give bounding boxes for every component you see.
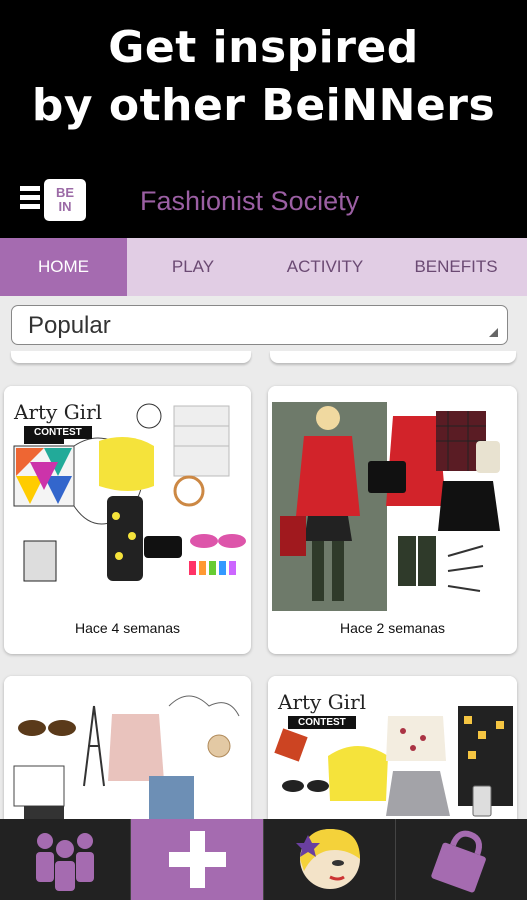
nav-create[interactable] <box>131 819 264 900</box>
people-icon <box>36 833 94 891</box>
previous-card-bottom <box>11 351 251 363</box>
card-timestamp: Hace 4 semanas <box>74 620 181 636</box>
outfit-card[interactable] <box>4 676 251 819</box>
app-bar: BE IN Fashionist Society <box>0 168 527 238</box>
menu-icon[interactable] <box>20 186 40 216</box>
contest-badge: CONTEST <box>288 716 356 729</box>
nav-profile[interactable] <box>264 819 396 900</box>
nav-community[interactable] <box>0 819 131 900</box>
contest-badge: CONTEST <box>24 426 92 439</box>
tab-play[interactable]: PLAY <box>127 238 259 296</box>
outfit-card[interactable]: Arty Girl CONTEST <box>268 676 517 819</box>
contest-title: Arty Girl <box>14 400 103 424</box>
tab-benefits[interactable]: BENEFITS <box>385 238 527 296</box>
tab-activity[interactable]: ACTIVITY <box>259 238 391 296</box>
outfit-card[interactable]: Hace 2 semanas <box>268 386 517 654</box>
shopping-bag-icon <box>431 830 486 893</box>
previous-card-bottom <box>270 351 516 363</box>
outfit-card[interactable]: Arty Girl CONTEST Hace 4 semanas <box>4 386 251 654</box>
promo-line-1: Get inspired <box>108 22 419 73</box>
filter-select-value: Popular <box>28 312 111 339</box>
promo-line-2: by other BeiNNers <box>31 80 496 131</box>
bottom-nav <box>0 819 527 900</box>
tab-bar: HOME PLAY ACTIVITY BENEFITS <box>0 238 527 296</box>
outfit-collage-image <box>268 386 517 611</box>
plus-icon <box>169 831 226 888</box>
bein-logo: BE IN <box>44 179 86 221</box>
card-timestamp: Hace 2 semanas <box>339 620 446 636</box>
tab-home[interactable]: HOME <box>0 238 127 296</box>
page-title: Fashionist Society <box>140 186 360 216</box>
avatar-face-icon <box>296 829 360 889</box>
contest-title: Arty Girl <box>278 690 367 714</box>
filter-select[interactable]: Popular <box>11 305 508 345</box>
feed[interactable]: Popular Arty Girl CONTEST Hace 4 semanas… <box>0 296 527 819</box>
promo-banner: Get inspired by other BeiNNers <box>0 0 527 168</box>
nav-shop[interactable] <box>396 819 527 900</box>
dropdown-caret-icon <box>489 328 498 337</box>
outfit-collage-image <box>4 676 251 819</box>
